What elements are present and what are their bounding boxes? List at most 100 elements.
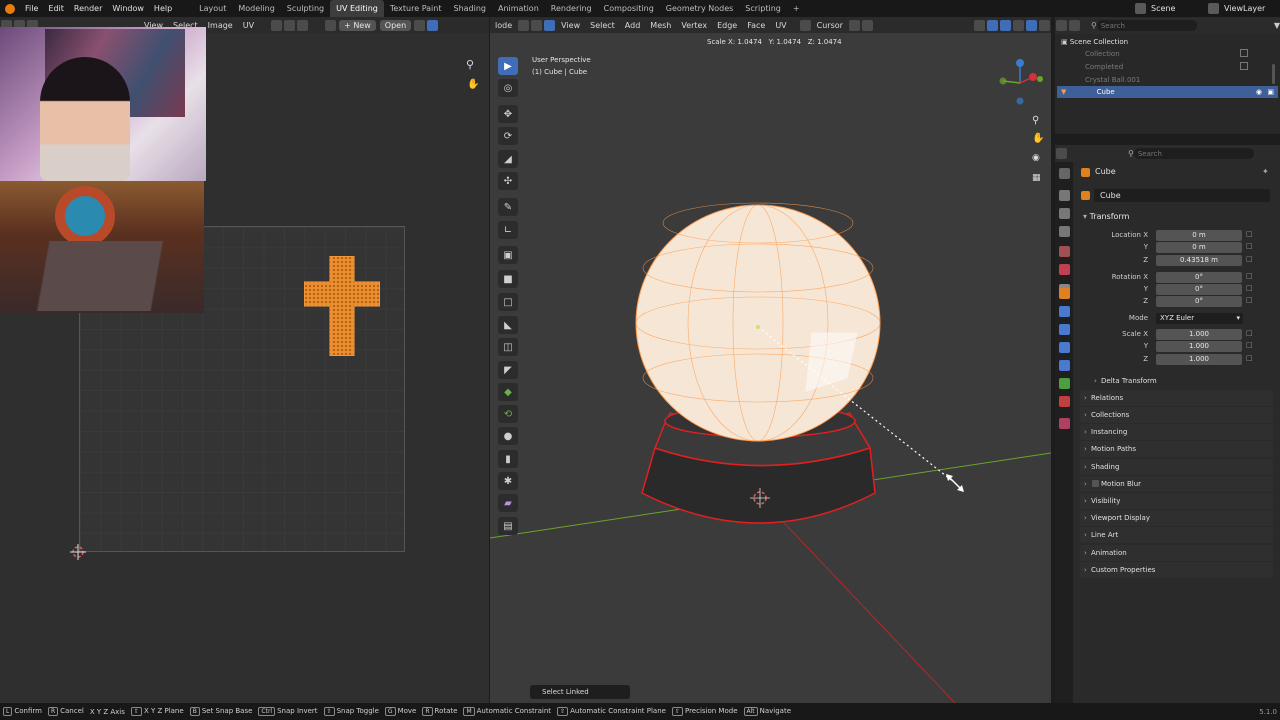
zoom-icon[interactable]: ⚲ [466,58,474,71]
panel-shading[interactable]: Shading [1080,459,1273,475]
tab-sculpting[interactable]: Sculpting [281,0,330,17]
edge-select-icon[interactable] [531,20,543,31]
render-tab-icon[interactable] [1059,190,1070,201]
tab-modeling[interactable]: Modeling [232,0,280,17]
vp-menu-vertex[interactable]: Vertex [676,21,712,30]
uv-menu-uv[interactable]: UV [238,21,259,30]
vp-menu-select[interactable]: Select [585,21,620,30]
lock-icon[interactable]: □ [1246,242,1253,250]
menu-help[interactable]: Help [149,0,177,17]
3d-viewport[interactable]: Scale X: 1.0474 Y: 1.0474 Z: 1.0474 User… [490,33,1051,703]
menu-edit[interactable]: Edit [43,0,69,17]
panel-animation[interactable]: Animation [1080,545,1273,561]
overlay-icon[interactable] [1000,20,1011,31]
rotation-z-field[interactable]: 0° [1156,296,1242,307]
shading-solid-icon[interactable] [1026,20,1037,31]
panel-collections[interactable]: Collections [1080,407,1273,423]
transform-orientation-icon[interactable] [799,20,811,31]
vp-menu-add[interactable]: Add [620,21,646,30]
object-tab-icon[interactable] [1059,288,1070,299]
outliner-row-cube[interactable]: ▼ Cube ◉ ▣ [1057,86,1278,98]
ortho-toggle-icon[interactable]: ▦ [1032,173,1041,183]
add-workspace-button[interactable]: + [787,0,806,17]
outliner-search-input[interactable] [1096,20,1197,31]
inset-tool[interactable]: □ [498,293,518,311]
uv-island[interactable] [304,256,380,356]
world-tab-icon[interactable] [1059,264,1070,275]
panel-delta-transform[interactable]: Delta Transform [1090,373,1273,389]
panel-custom-properties[interactable]: Custom Properties [1080,562,1273,578]
material-tab-icon[interactable] [1059,396,1070,407]
particles-tab-icon[interactable] [1059,324,1070,335]
cursor-tool[interactable]: ◎ [498,79,518,97]
panel-line-art[interactable]: Line Art [1080,527,1273,543]
uv-editor[interactable]: ⚲ ✋ [0,27,489,703]
outliner-row-crystal-ball[interactable]: Crystal Ball.001 [1085,74,1140,86]
knife-tool[interactable]: ◤ [498,361,518,379]
menu-file[interactable]: File [20,0,43,17]
location-z-field[interactable]: 0.43518 m [1156,255,1242,266]
vp-menu-edge[interactable]: Edge [712,21,742,30]
panel-instancing[interactable]: Instancing [1080,424,1273,440]
lock-icon[interactable]: □ [1246,230,1253,238]
tab-texture-paint[interactable]: Texture Paint [384,0,448,17]
tab-rendering[interactable]: Rendering [545,0,598,17]
location-x-field[interactable]: 0 m [1156,230,1242,241]
filter-icon[interactable] [1069,20,1080,31]
tab-shading[interactable]: Shading [447,0,492,17]
constraints-tab-icon[interactable] [1059,360,1070,371]
pivot-point-selector[interactable]: Cursor [812,21,848,30]
poly-build-tool[interactable]: ◆ [498,383,518,401]
scene-selector[interactable]: Scene [1147,4,1207,13]
lock-icon[interactable]: □ [1246,255,1253,263]
lock-icon[interactable]: □ [1246,354,1253,362]
scale-tool[interactable]: ◢ [498,150,518,168]
menu-render[interactable]: Render [69,0,107,17]
panel-viewport-display[interactable]: Viewport Display [1080,510,1273,526]
panel-motion-paths[interactable]: Motion Paths [1080,441,1273,457]
rip-tool[interactable]: ▤ [498,517,518,535]
spin-tool[interactable]: ⟲ [498,405,518,423]
navigation-gizmo[interactable] [995,55,1045,115]
vp-menu-view[interactable]: View [556,21,585,30]
bevel-tool[interactable]: ◣ [498,316,518,334]
2d-cursor-icon[interactable] [70,544,86,560]
tab-geometry-nodes[interactable]: Geometry Nodes [660,0,739,17]
pin-icon[interactable] [414,20,426,31]
shear-tool[interactable]: ▰ [498,494,518,512]
edge-slide-tool[interactable]: ▮ [498,450,518,468]
xray-icon[interactable] [1013,20,1024,31]
scale-x-field[interactable]: 1.000 [1156,329,1242,340]
mode-selector[interactable]: lode [490,21,517,30]
lock-icon[interactable]: □ [1246,272,1253,280]
scale-y-field[interactable]: 1.000 [1156,341,1242,352]
view-layer-tab-icon[interactable] [1059,226,1070,237]
rotation-y-field[interactable]: 0° [1156,284,1242,295]
output-tab-icon[interactable] [1059,208,1070,219]
move-tool[interactable]: ✥ [498,105,518,123]
modifier-tab-icon[interactable] [1059,306,1070,317]
lock-icon[interactable]: □ [1246,284,1253,292]
datablock-icon[interactable] [1081,191,1090,200]
exclude-checkbox-icon[interactable] [1240,49,1248,57]
annotate-tool[interactable]: ✎ [498,198,518,216]
pin-properties-icon[interactable]: ✦ [1262,167,1269,176]
data-tab-icon[interactable] [1059,378,1070,389]
tool-tab-icon[interactable] [1059,168,1070,179]
lock-icon[interactable]: □ [1246,329,1253,337]
scale-z-field[interactable]: 1.000 [1156,354,1242,365]
tab-layout[interactable]: Layout [193,0,232,17]
properties-type-icon[interactable] [1056,148,1067,159]
shrink-fatten-tool[interactable]: ✱ [498,472,518,490]
transform-panel-header[interactable]: ▾ Transform [1080,210,1273,224]
blender-logo-icon[interactable] [5,3,15,14]
gizmo-icon[interactable] [987,20,998,31]
scene-tab-icon[interactable] [1059,246,1070,257]
vp-menu-uv[interactable]: UV [770,21,791,30]
view-layer-selector[interactable]: ViewLayer [1220,4,1280,13]
tab-uv-editing[interactable]: UV Editing [330,0,384,17]
location-y-field[interactable]: 0 m [1156,242,1242,253]
pan-view-icon[interactable]: ✋ [1032,133,1044,144]
shading-material-icon[interactable] [1039,20,1050,31]
outliner-row-collection[interactable]: Collection [1085,48,1120,60]
